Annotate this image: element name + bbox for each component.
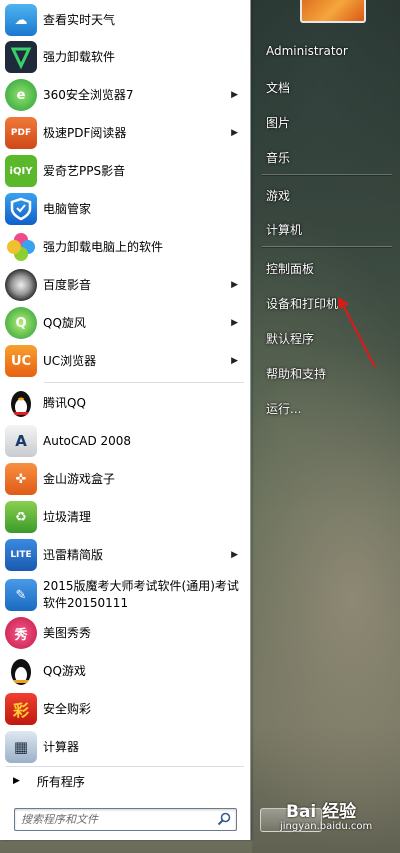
trash-clean-icon: ♻ <box>5 501 37 533</box>
program-item-360-browser[interactable]: e 360安全浏览器7 ▶ <box>2 78 246 112</box>
user-name-link[interactable]: Administrator <box>266 44 348 58</box>
autocad-icon: A <box>5 425 37 457</box>
program-list-separator <box>44 382 244 383</box>
program-item-uninstall-flower[interactable]: 强力卸载电脑上的软件 <box>2 230 246 264</box>
uninstall-icon <box>5 41 37 73</box>
program-item-baidu-player[interactable]: 百度影音 ▶ <box>2 268 246 302</box>
lottery-icon: 彩 <box>5 693 37 725</box>
program-label: 强力卸载软件 <box>43 49 116 64</box>
game-box-icon: ✜ <box>5 463 37 495</box>
meitu-icon: 秀 <box>5 617 37 649</box>
pdf-reader-icon: PDF <box>5 117 37 149</box>
program-label: 电脑管家 <box>43 201 92 216</box>
program-label: 强力卸载电脑上的软件 <box>43 239 164 254</box>
program-item-pdf-reader[interactable]: PDF 极速PDF阅读器 ▶ <box>2 116 246 150</box>
search-box[interactable] <box>14 808 237 831</box>
program-item-uc-browser[interactable]: UC UC浏览器 ▶ <box>2 344 246 378</box>
program-label: 腾讯QQ <box>43 395 86 410</box>
program-item-lottery[interactable]: 彩 安全购彩 <box>2 692 246 726</box>
submenu-arrow-icon: ▶ <box>231 128 238 138</box>
program-label: 360安全浏览器7 <box>43 87 134 102</box>
submenu-arrow-icon: ▶ <box>231 550 238 560</box>
program-item-qq-whirlwind[interactable]: Q QQ旋风 ▶ <box>2 306 246 340</box>
right-pane-separator <box>262 174 392 175</box>
right-pane-separator <box>262 246 392 247</box>
watermark-url: jingyan.baidu.com <box>280 821 373 832</box>
baidu-player-icon <box>5 269 37 301</box>
music-link[interactable]: 音乐 <box>266 149 290 166</box>
thunder-icon: LITE <box>5 539 37 571</box>
iqiyi-icon: iQIY <box>5 155 37 187</box>
program-label: 百度影音 <box>43 277 92 292</box>
start-menu-program-list: ☁ 查看实时天气 强力卸载软件 e 360安全浏览器7 ▶ PDF 极速PDF阅… <box>0 0 251 840</box>
program-item-exam-software[interactable]: ✎ 2015版魔考大师考试软件(通用)考试软件20150111 <box>2 576 246 614</box>
program-item-qq[interactable]: 腾讯QQ <box>2 386 246 420</box>
program-item-pc-manager[interactable]: 电脑管家 <box>2 192 246 226</box>
baidu-watermark: Bai 经验 jingyan.baidu.com <box>278 797 394 837</box>
program-label: QQ游戏 <box>43 663 86 678</box>
control-panel-link[interactable]: 控制面板 <box>266 260 314 277</box>
program-label: 垃圾清理 <box>43 509 92 524</box>
program-label: AutoCAD 2008 <box>43 433 132 448</box>
program-label: 极速PDF阅读器 <box>43 125 127 140</box>
program-label: 计算器 <box>43 739 80 754</box>
default-programs-link[interactable]: 默认程序 <box>266 330 314 347</box>
program-label: QQ旋风 <box>43 315 86 330</box>
pc-manager-icon <box>5 193 37 225</box>
run-link[interactable]: 运行... <box>266 400 301 417</box>
user-avatar[interactable] <box>300 0 366 23</box>
program-label: 爱奇艺PPS影音 <box>43 163 126 178</box>
program-label: 2015版魔考大师考试软件(通用)考试软件20150111 <box>43 579 239 610</box>
calculator-icon: ▦ <box>5 731 37 763</box>
360-browser-icon: e <box>5 79 37 111</box>
devices-printers-link[interactable]: 设备和打印机 <box>266 295 338 312</box>
submenu-arrow-icon: ▶ <box>231 280 238 290</box>
documents-link[interactable]: 文档 <box>266 79 290 96</box>
program-label: UC浏览器 <box>43 353 97 368</box>
program-label: 查看实时天气 <box>43 12 116 27</box>
all-programs-separator <box>6 766 244 767</box>
program-label: 迅雷精简版 <box>43 547 104 562</box>
all-programs-button[interactable]: ▶ 所有程序 <box>2 768 246 794</box>
games-link[interactable]: 游戏 <box>266 187 290 204</box>
program-label: 美图秀秀 <box>43 625 92 640</box>
submenu-arrow-icon: ▶ <box>231 356 238 366</box>
program-item-qq-game[interactable]: QQ游戏 <box>2 654 246 688</box>
program-item-calculator[interactable]: ▦ 计算器 <box>2 730 246 764</box>
watermark-logo: Bai 经验 <box>286 802 357 822</box>
exam-software-icon: ✎ <box>5 579 37 611</box>
qq-penguin-icon <box>5 387 37 419</box>
program-item-uninstall[interactable]: 强力卸载软件 <box>2 40 246 74</box>
program-label: 金山游戏盒子 <box>43 471 116 486</box>
pictures-link[interactable]: 图片 <box>266 114 290 131</box>
weather-icon: ☁ <box>5 4 37 36</box>
qq-whirlwind-icon: Q <box>5 307 37 339</box>
program-label: 安全购彩 <box>43 701 92 716</box>
program-item-meitu[interactable]: 秀 美图秀秀 <box>2 616 246 650</box>
submenu-arrow-icon: ▶ <box>231 90 238 100</box>
program-item-weather[interactable]: ☁ 查看实时天气 <box>2 3 246 37</box>
program-item-autocad[interactable]: A AutoCAD 2008 <box>2 424 246 458</box>
program-item-trash-clean[interactable]: ♻ 垃圾清理 <box>2 500 246 534</box>
qq-game-icon <box>5 655 37 687</box>
search-input[interactable] <box>21 811 207 827</box>
program-item-thunder[interactable]: LITE 迅雷精简版 ▶ <box>2 538 246 572</box>
submenu-arrow-icon: ▶ <box>231 318 238 328</box>
all-programs-label: 所有程序 <box>36 774 85 789</box>
computer-link[interactable]: 计算机 <box>266 221 302 238</box>
program-item-iqiyi[interactable]: iQIY 爱奇艺PPS影音 <box>2 154 246 188</box>
program-item-game-box[interactable]: ✜ 金山游戏盒子 <box>2 462 246 496</box>
search-icon[interactable] <box>217 812 231 826</box>
uc-browser-icon: UC <box>5 345 37 377</box>
uninstall-flower-icon <box>5 231 37 263</box>
all-programs-arrow-icon: ▶ <box>13 776 20 786</box>
help-support-link[interactable]: 帮助和支持 <box>266 365 326 382</box>
annotation-arrow-icon <box>338 297 376 368</box>
